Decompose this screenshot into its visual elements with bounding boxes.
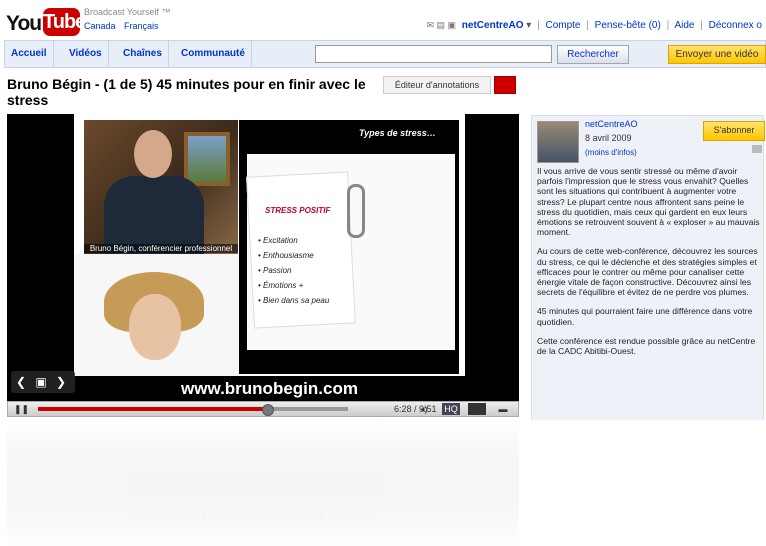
quicklist-link[interactable]: Pense-bête (0): [595, 20, 661, 31]
description-paragraph: Cette conférence est rendue possible grâ…: [537, 335, 756, 357]
card-item: • Bien dans sa peau: [258, 296, 330, 305]
tab-home[interactable]: Accueil: [5, 41, 54, 67]
next-icon[interactable]: ❯: [51, 371, 71, 393]
paperclip-icon: [347, 184, 365, 238]
user-dropdown-icon[interactable]: ▾: [526, 20, 531, 31]
card-title: STRESS POSITIF: [265, 206, 331, 215]
username-link[interactable]: netCentreAO: [462, 20, 524, 31]
wall-painting: [184, 132, 230, 186]
seek-bar[interactable]: [38, 404, 348, 416]
less-info-link[interactable]: (moins d'infos): [585, 148, 637, 157]
tab-channels[interactable]: Chaînes: [117, 41, 169, 67]
help-link[interactable]: Aide: [674, 20, 694, 31]
region-language-link[interactable]: Français: [124, 21, 159, 31]
logo-text-you: You: [6, 12, 42, 35]
card-item: • Émotions +: [258, 281, 304, 290]
volume-icon[interactable]: ◂): [420, 403, 428, 415]
video-description: Il vous arrive de vous sentir stressé ou…: [537, 166, 763, 365]
seek-handle[interactable]: [262, 404, 275, 416]
pause-icon[interactable]: ❚❚: [14, 403, 29, 415]
subscribe-button[interactable]: S'abonner: [703, 121, 765, 141]
speaker-head: [134, 130, 172, 178]
stressed-woman-photo: [74, 254, 239, 379]
reflection-fade: [7, 420, 519, 546]
sidebar-reflection-area: [531, 420, 766, 546]
annotations-icon[interactable]: [494, 76, 516, 94]
logout-link[interactable]: Déconnex o: [709, 20, 762, 31]
card-item: • Passion: [258, 266, 292, 275]
description-paragraph: 45 minutes qui pourraient faire une diff…: [537, 306, 753, 327]
speaker-caption: Bruno Bégin, conférencier professionnel: [84, 244, 238, 253]
related-videos-nav[interactable]: ❮ ▣ ❯: [11, 371, 75, 393]
region-selector: Canada Français: [84, 21, 165, 31]
tab-videos[interactable]: Vidéos: [63, 41, 109, 67]
fullscreen-icon[interactable]: ▬: [494, 403, 512, 415]
speaker-photo: Bruno Bégin, conférencier professionnel: [84, 120, 238, 256]
youtube-logo[interactable]: You Tube: [6, 6, 86, 36]
video-player[interactable]: Bruno Bégin, conférencier professionnel …: [7, 114, 519, 401]
grid-icon[interactable]: ▣: [31, 371, 51, 393]
logo-text-tube: Tube: [43, 8, 86, 36]
upload-date: 8 avril 2009: [585, 133, 632, 143]
channel-avatar[interactable]: [537, 121, 579, 163]
card-item: • Enthousiasme: [258, 251, 314, 260]
website-banner: www.brunobegin.com: [74, 376, 465, 401]
channel-name-link[interactable]: netCentreAO: [585, 119, 638, 129]
annotations-editor-button[interactable]: Éditeur d'annotations: [383, 76, 491, 94]
video-title: Bruno Bégin - (1 de 5) 45 minutes pour e…: [7, 76, 366, 108]
hq-icon[interactable]: HQ: [442, 403, 460, 415]
user-bar: ✉ ▤ ▣ netCentreAO ▾ | Compte | Pense-bêt…: [426, 20, 762, 31]
woman-face: [129, 294, 181, 360]
search-input[interactable]: [315, 45, 552, 63]
account-link[interactable]: Compte: [545, 20, 580, 31]
flag-icon[interactable]: [752, 145, 762, 153]
card-item: • Excitation: [258, 236, 298, 245]
slide-title: Types de stress…: [359, 128, 436, 138]
description-paragraph: Il vous arrive de vous sentir stressé ou…: [537, 166, 760, 238]
mail-icon[interactable]: ✉ ▤ ▣: [426, 20, 456, 30]
prev-icon[interactable]: ❮: [11, 371, 31, 393]
seek-bar-fill: [38, 407, 268, 411]
player-controls: ❚❚ 6:28 / 9:51 ◂) HQ ▬: [7, 401, 519, 417]
description-paragraph: Au cours de cette web-conférence, découv…: [537, 246, 758, 298]
popout-icon[interactable]: [468, 403, 486, 415]
tab-community[interactable]: Communauté: [175, 41, 252, 67]
tagline: Broadcast Yourself ™: [84, 7, 171, 17]
time-display: 6:28 / 9:51: [394, 404, 437, 414]
upload-button[interactable]: Envoyer une vidéo: [668, 45, 766, 64]
region-country-link[interactable]: Canada: [84, 21, 116, 31]
search-button[interactable]: Rechercher: [557, 45, 629, 64]
